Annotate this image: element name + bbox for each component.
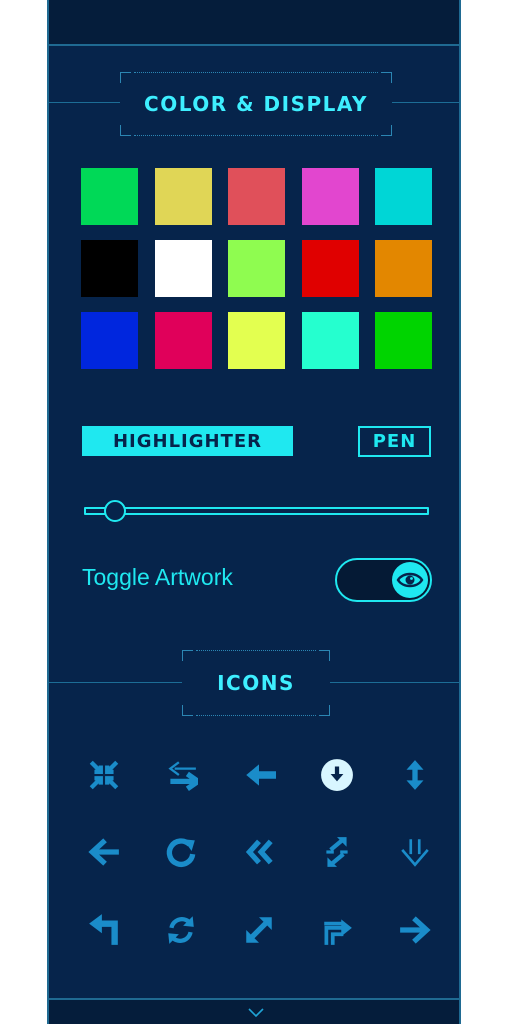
turn-up-right-icon[interactable]	[315, 908, 359, 952]
color-swatch[interactable]	[81, 312, 138, 369]
redo-icon[interactable]	[159, 830, 203, 874]
toggle-artwork-label: Toggle Artwork	[82, 564, 233, 590]
section-title: ICONS	[217, 671, 295, 695]
section-heading-color-display: COLOR & DISPLAY	[120, 72, 392, 136]
section-title: COLOR & DISPLAY	[144, 92, 368, 116]
chevron-down-icon[interactable]	[248, 1008, 264, 1018]
color-swatch[interactable]	[154, 240, 212, 297]
turn-left-icon[interactable]	[82, 908, 126, 952]
color-swatch[interactable]	[81, 240, 138, 297]
arrow-left-icon[interactable]	[82, 830, 126, 874]
pen-button[interactable]: PEN	[358, 426, 431, 457]
color-swatch[interactable]	[154, 312, 212, 369]
section-heading-icons: ICONS	[182, 650, 330, 716]
arrow-down-curved-icon[interactable]	[393, 830, 437, 874]
expand-diagonal-icon[interactable]	[237, 908, 281, 952]
color-swatch[interactable]	[154, 168, 212, 225]
panel-bottom-bar	[49, 998, 459, 1024]
arrows-diagonal-swap-icon[interactable]	[315, 830, 359, 874]
panel-top-bar	[49, 0, 459, 46]
color-swatch[interactable]	[228, 240, 285, 297]
color-swatch[interactable]	[228, 168, 285, 225]
compress-arrows-icon[interactable]	[82, 753, 126, 797]
arrow-right-icon[interactable]	[393, 908, 437, 952]
double-chevron-left-icon[interactable]	[237, 830, 281, 874]
highlighter-button[interactable]: HIGHLIGHTER	[82, 426, 293, 456]
color-swatch[interactable]	[301, 168, 359, 225]
color-swatch[interactable]	[375, 240, 432, 297]
color-swatch[interactable]	[228, 312, 285, 369]
highlighter-label: HIGHLIGHTER	[112, 430, 263, 452]
arrows-vertical-icon[interactable]	[393, 753, 437, 797]
eye-icon	[392, 562, 428, 598]
color-swatch[interactable]	[81, 168, 138, 225]
sync-icon[interactable]	[159, 908, 203, 952]
color-swatch[interactable]	[375, 312, 432, 369]
color-swatch[interactable]	[301, 312, 359, 369]
color-swatch[interactable]	[301, 240, 359, 297]
color-swatch[interactable]	[375, 168, 432, 225]
brush-size-slider-thumb[interactable]	[103, 500, 126, 522]
brush-size-slider-track[interactable]	[84, 507, 429, 515]
arrow-left-bold-icon[interactable]	[237, 753, 281, 797]
toggle-artwork-switch[interactable]	[335, 558, 432, 602]
pen-label: PEN	[372, 431, 417, 452]
color-display-panel: COLOR & DISPLAY HIGHLIGHTER PEN Toggle A…	[47, 0, 461, 1024]
swap-arrows-icon[interactable]	[159, 753, 203, 797]
download-circle-icon[interactable]	[315, 753, 359, 797]
